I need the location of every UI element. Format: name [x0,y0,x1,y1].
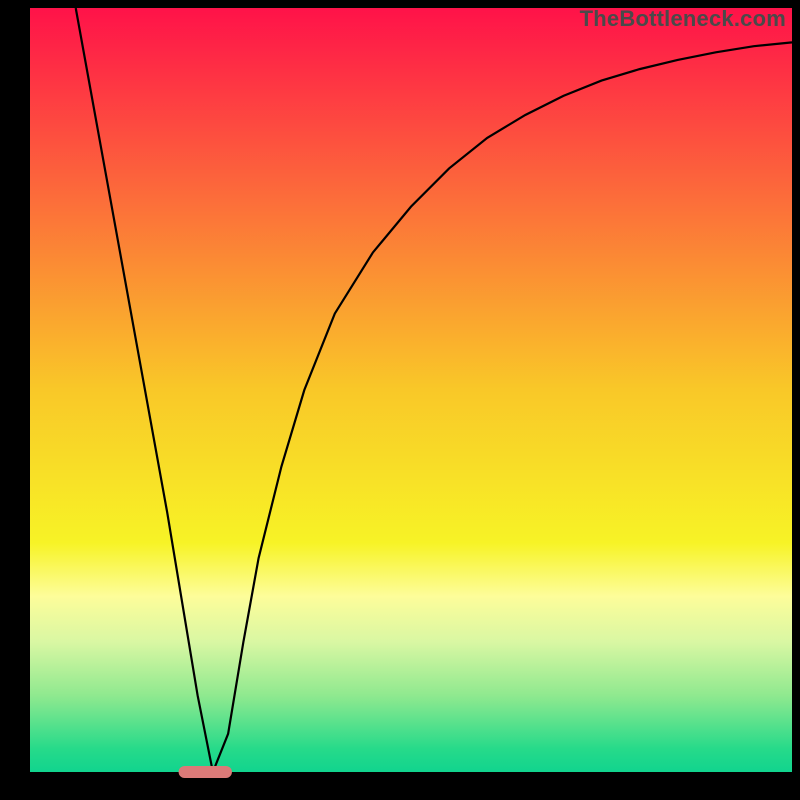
watermark-text: TheBottleneck.com [580,6,786,32]
bottleneck-chart [0,0,800,800]
chart-container: TheBottleneck.com [0,0,800,800]
optimal-marker [179,766,232,778]
